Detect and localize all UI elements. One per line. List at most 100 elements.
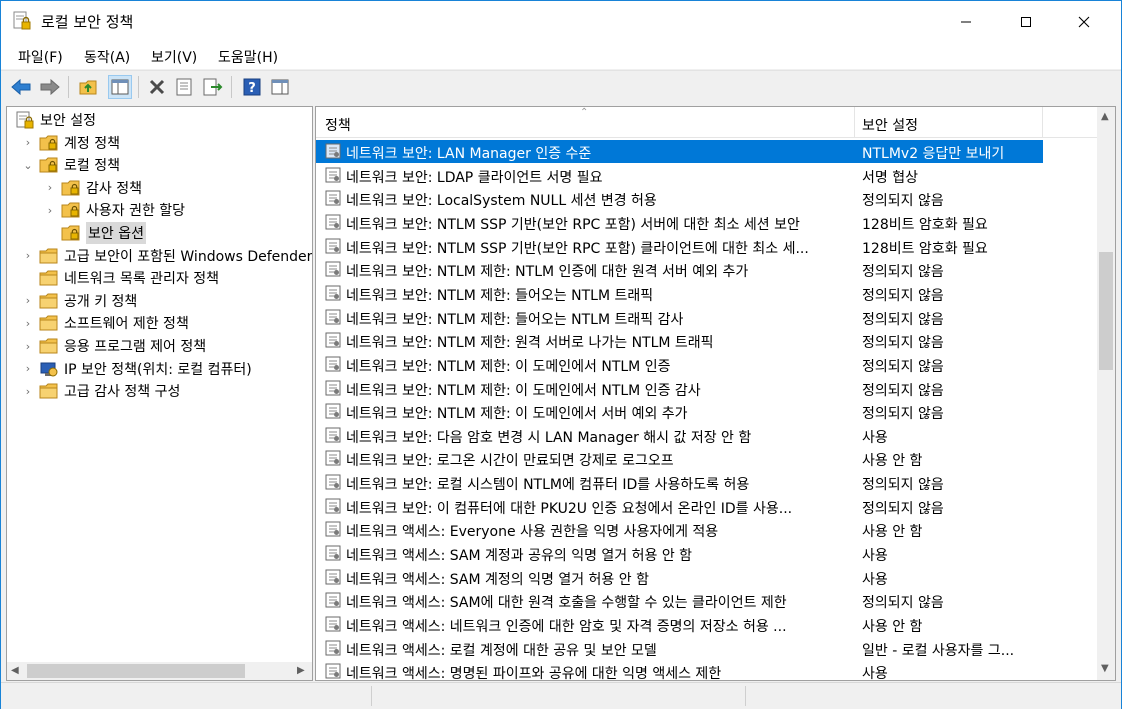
help-button[interactable]: ? <box>241 76 263 98</box>
up-folder-button[interactable] <box>78 76 100 98</box>
policy-row[interactable]: 네트워크 보안: LAN Manager 인증 수준 NTLMv2 응답만 보내기 <box>316 140 1043 163</box>
tree-item[interactable]: › 공개 키 정책 <box>21 290 137 312</box>
show-hide-action-pane-button[interactable] <box>269 76 291 98</box>
expand-chevron-icon[interactable]: › <box>21 362 35 376</box>
policy-row[interactable]: 네트워크 보안: LocalSystem NULL 세션 변경 허용 정의되지 않… <box>316 187 1043 210</box>
policy-row[interactable]: 네트워크 보안: NTLM 제한: 이 도메인에서 NTLM 인증 감사 정의되지… <box>316 377 1043 400</box>
maximize-button[interactable] <box>1003 1 1049 43</box>
policy-name: 네트워크 액세스: 네트워크 인증에 대한 암호 및 자격 증명의 저장소 허용… <box>346 619 787 635</box>
policy-icon <box>325 592 341 608</box>
policy-name: 네트워크 보안: 로그온 시간이 만료되면 강제로 로그오프 <box>346 453 674 470</box>
sort-ascending-icon: ⌃ <box>580 107 589 118</box>
policy-row[interactable]: 네트워크 액세스: SAM 계정의 익명 열거 허용 안 함 사용 <box>316 566 1043 589</box>
policy-row[interactable]: 네트워크 보안: NTLM 제한: 원격 서버로 나가는 NTLM 트래픽 정의되… <box>316 329 1043 352</box>
policy-setting: 정의되지 않음 <box>862 595 944 612</box>
export-list-icon <box>203 78 223 96</box>
policy-icon <box>325 332 341 348</box>
policy-icon <box>325 521 341 537</box>
policy-row[interactable]: 네트워크 보안: NTLM SSP 기반(보안 RPC 포함) 서버에 대한 최… <box>316 211 1043 234</box>
svg-text:?: ? <box>248 81 256 96</box>
show-hide-tree-button[interactable] <box>108 75 132 99</box>
menu-action[interactable]: 동작(A) <box>84 47 130 67</box>
tree-item[interactable]: › 사용자 권한 할당 <box>43 199 185 221</box>
expand-chevron-icon[interactable]: › <box>21 384 35 398</box>
collapse-chevron-icon[interactable]: ⌄ <box>21 158 35 172</box>
expand-chevron-icon[interactable]: › <box>43 203 57 217</box>
policy-row[interactable]: 네트워크 보안: NTLM 제한: 들어오는 NTLM 트래픽 정의되지 않음 <box>316 282 1043 305</box>
list-vertical-scrollbar[interactable]: ▲ ▼ <box>1097 107 1115 680</box>
policy-name: 네트워크 보안: LocalSystem NULL 세션 변경 허용 <box>346 193 657 210</box>
export-list-button[interactable] <box>202 76 224 98</box>
title-bar[interactable]: 로컬 보안 정책 <box>1 1 1121 43</box>
tree-item[interactable]: › 소프트웨어 제한 정책 <box>21 312 189 334</box>
policy-row[interactable]: 네트워크 보안: LDAP 클라이언트 서명 필요 서명 협상 <box>316 164 1043 187</box>
tree-item[interactable]: › 감사 정책 <box>43 177 142 199</box>
policy-row[interactable]: 네트워크 액세스: SAM에 대한 원격 호출을 수행할 수 있는 클라이언트 … <box>316 589 1043 612</box>
tree-item[interactable]: › 고급 감사 정책 구성 <box>21 380 180 402</box>
show-hide-action-pane-icon <box>271 79 289 95</box>
scrollbar-thumb[interactable] <box>27 664 245 678</box>
policy-row[interactable]: 네트워크 액세스: SAM 계정과 공유의 익명 열거 허용 안 함 사용 <box>316 542 1043 565</box>
expand-chevron-icon[interactable]: › <box>21 249 35 263</box>
expand-chevron-icon[interactable]: › <box>21 136 35 150</box>
back-button[interactable] <box>10 76 32 98</box>
column-header-setting[interactable]: 보안 설정 <box>862 115 918 135</box>
policy-icon <box>325 380 341 396</box>
tree-item[interactable]: › 응용 프로그램 제어 정책 <box>21 335 206 357</box>
policy-row[interactable]: 네트워크 보안: NTLM 제한: 이 도메인에서 서버 예외 추가 정의되지 않… <box>316 400 1043 423</box>
expand-chevron-icon[interactable]: › <box>21 294 35 308</box>
policy-name: 네트워크 보안: NTLM 제한: NTLM 인증에 대한 원격 서버 예외 추… <box>346 264 749 281</box>
scroll-right-icon[interactable]: ▶ <box>297 665 305 676</box>
policy-row[interactable]: 네트워크 액세스: Everyone 사용 권한을 익명 사용자에게 적용 사용 … <box>316 518 1043 541</box>
tree-item[interactable]: 보안 설정 <box>15 109 96 131</box>
policy-row[interactable]: 네트워크 보안: NTLM SSP 기반(보안 RPC 포함) 클라이언트에 대… <box>316 235 1043 258</box>
policy-setting: 정의되지 않음 <box>862 335 944 352</box>
tree-item-label: 고급 보안이 포함된 Windows Defender 방화벽 <box>64 248 313 265</box>
tree-item[interactable]: › 고급 보안이 포함된 Windows Defender 방화벽 <box>21 245 313 267</box>
expand-chevron-icon[interactable]: › <box>21 316 35 330</box>
tree-item[interactable]: 네트워크 목록 관리자 정책 <box>21 267 219 289</box>
tree-item-label: 로컬 정책 <box>64 158 120 175</box>
scroll-up-icon[interactable]: ▲ <box>1101 111 1109 122</box>
policy-row[interactable]: 네트워크 보안: 다음 암호 변경 시 LAN Manager 해시 값 저장 … <box>316 424 1043 447</box>
policy-row[interactable]: 네트워크 액세스: 네트워크 인증에 대한 암호 및 자격 증명의 저장소 허용… <box>316 613 1043 636</box>
minimize-button[interactable] <box>943 1 989 43</box>
delete-icon <box>149 79 165 95</box>
policy-list[interactable]: ⌃ 정책 보안 설정 네트워크 보안: LAN Manager 인증 수준 NTL… <box>315 106 1116 681</box>
expand-chevron-icon[interactable]: › <box>43 181 57 195</box>
menu-bar: 파일(F) 동작(A) 보기(V) 도움말(H) <box>1 43 1121 69</box>
policy-row[interactable]: 네트워크 보안: 이 컴퓨터에 대한 PKU2U 인증 요청에서 온라인 ID를… <box>316 495 1043 518</box>
properties-button[interactable] <box>173 76 195 98</box>
delete-button[interactable] <box>146 76 168 98</box>
tree-item-label: 감사 정책 <box>86 180 142 197</box>
tree-item[interactable]: 보안 옵션 <box>43 222 146 244</box>
tree-horizontal-scrollbar[interactable]: ◀ ▶ <box>7 662 312 680</box>
policy-row[interactable]: 네트워크 보안: NTLM 제한: 들어오는 NTLM 트래픽 감사 정의되지 않… <box>316 306 1043 329</box>
column-header-row: ⌃ 정책 보안 설정 <box>316 107 1097 138</box>
tree-item-label: 공개 키 정책 <box>64 293 138 310</box>
tree-item[interactable]: › IP 보안 정책(위치: 로컬 컴퓨터) <box>21 358 252 380</box>
scroll-down-icon[interactable]: ▼ <box>1101 663 1109 674</box>
policy-row[interactable]: 네트워크 보안: 로컬 시스템이 NTLM에 컴퓨터 ID를 사용하도록 허용 정… <box>316 471 1043 494</box>
policy-name: 네트워크 액세스: SAM에 대한 원격 호출을 수행할 수 있는 클라이언트 … <box>346 595 787 612</box>
expand-chevron-icon[interactable]: › <box>21 339 35 353</box>
navigation-tree[interactable]: 보안 설정 › 계정 정책 ⌄ 로컬 정책 › 감사 정책 › 사용자 권한 할당 보안 옵션 › 고… <box>6 106 313 681</box>
tree-item[interactable]: ⌄ 로컬 정책 <box>21 154 120 176</box>
policy-row[interactable]: 네트워크 보안: NTLM 제한: NTLM 인증에 대한 원격 서버 예외 추… <box>316 258 1043 281</box>
column-header-policy[interactable]: 정책 <box>325 115 351 135</box>
forward-button[interactable] <box>39 76 61 98</box>
policy-row[interactable]: 네트워크 액세스: 명명된 파이프와 공유에 대한 익명 액세스 제한 사용 <box>316 660 1043 680</box>
menu-view[interactable]: 보기(V) <box>151 47 197 67</box>
menu-help[interactable]: 도움말(H) <box>218 47 278 67</box>
policy-icon <box>325 356 341 372</box>
scroll-left-icon[interactable]: ◀ <box>11 665 19 676</box>
close-button[interactable] <box>1061 1 1107 43</box>
menu-file[interactable]: 파일(F) <box>18 47 63 67</box>
tree-item-label: 응용 프로그램 제어 정책 <box>64 339 207 355</box>
scrollbar-thumb[interactable] <box>1099 252 1113 370</box>
policy-row[interactable]: 네트워크 보안: 로그온 시간이 만료되면 강제로 로그오프 사용 안 함 <box>316 447 1043 470</box>
policy-setting: 사용 <box>862 571 888 588</box>
tree-item[interactable]: › 계정 정책 <box>21 132 120 154</box>
policy-row[interactable]: 네트워크 보안: NTLM 제한: 이 도메인에서 NTLM 인증 정의되지 않음 <box>316 353 1043 376</box>
policy-row[interactable]: 네트워크 액세스: 로컬 계정에 대한 공유 및 보안 모델 일반 - 로컬 사용… <box>316 637 1043 660</box>
